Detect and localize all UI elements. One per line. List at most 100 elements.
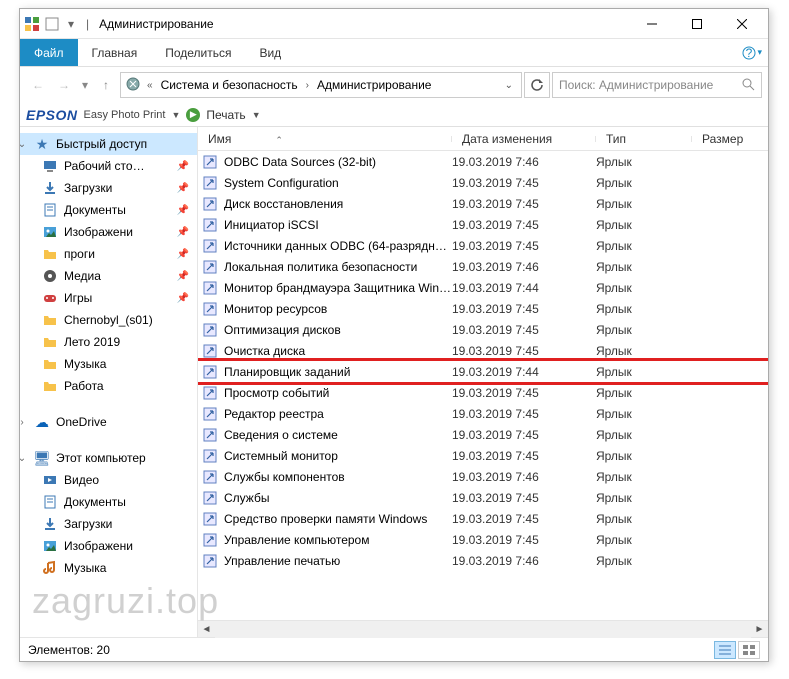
file-item[interactable]: Сведения о системе19.03.2019 7:45Ярлык	[198, 424, 768, 445]
nav-back-button[interactable]: ←	[26, 73, 50, 97]
file-item[interactable]: Локальная политика безопасности19.03.201…	[198, 256, 768, 277]
file-item[interactable]: Источники данных ODBC (64-разрядна…19.03…	[198, 235, 768, 256]
shortcut-icon	[202, 532, 218, 548]
print-button[interactable]: Печать	[206, 108, 245, 122]
file-date: 19.03.2019 7:45	[452, 491, 596, 505]
chevron-down-icon[interactable]: ▼	[252, 110, 261, 120]
tab-share[interactable]: Поделиться	[151, 39, 245, 66]
qat-dropdown-icon[interactable]: ▾	[68, 17, 74, 31]
file-item[interactable]: Монитор брандмауэра Защитника Win…19.03.…	[198, 277, 768, 298]
nav-up-button[interactable]: ↑	[94, 73, 118, 97]
pin-icon: 📌	[177, 183, 189, 194]
file-list[interactable]: ODBC Data Sources (32-bit)19.03.2019 7:4…	[198, 151, 768, 620]
sidebar-item[interactable]: Работа	[20, 375, 197, 397]
file-item[interactable]: Редактор реестра19.03.2019 7:45Ярлык	[198, 403, 768, 424]
tab-file[interactable]: Файл	[20, 39, 78, 66]
sidebar-item[interactable]: Изображени📌	[20, 221, 197, 243]
sidebar-item[interactable]: Музыка	[20, 353, 197, 375]
sidebar-item-label: проги	[64, 247, 95, 261]
chevron-down-icon[interactable]: ⌄	[501, 80, 517, 91]
file-item[interactable]: Средство проверки памяти Windows19.03.20…	[198, 508, 768, 529]
sidebar-item[interactable]: Лето 2019	[20, 331, 197, 353]
file-item[interactable]: Управление компьютером19.03.2019 7:45Ярл…	[198, 529, 768, 550]
view-details-button[interactable]	[714, 641, 736, 659]
scroll-right-button[interactable]: ►	[751, 621, 768, 638]
file-name: Планировщик заданий	[224, 365, 452, 379]
scroll-left-button[interactable]: ◄	[198, 621, 215, 638]
file-item[interactable]: ODBC Data Sources (32-bit)19.03.2019 7:4…	[198, 151, 768, 172]
file-item[interactable]: System Configuration19.03.2019 7:45Ярлык	[198, 172, 768, 193]
file-type: Ярлык	[596, 470, 692, 484]
documents-icon	[42, 494, 58, 510]
sidebar-item[interactable]: Изображени	[20, 535, 197, 557]
close-button[interactable]	[719, 10, 764, 38]
scrollbar-track[interactable]	[215, 621, 751, 638]
sidebar-item[interactable]: Медиа📌	[20, 265, 197, 287]
shortcut-icon	[202, 259, 218, 275]
column-header-name[interactable]: Имя⌃	[198, 132, 452, 146]
games-icon	[42, 290, 58, 306]
sidebar-item[interactable]: проги📌	[20, 243, 197, 265]
minimize-button[interactable]	[629, 10, 674, 38]
column-header-size[interactable]: Размер	[692, 132, 768, 146]
file-item[interactable]: Инициатор iSCSI19.03.2019 7:45Ярлык	[198, 214, 768, 235]
nav-forward-button[interactable]: →	[52, 73, 76, 97]
address-bar[interactable]: « Система и безопасность › Администриров…	[120, 72, 522, 98]
file-item[interactable]: Управление печатью19.03.2019 7:46Ярлык	[198, 550, 768, 571]
file-name: Средство проверки памяти Windows	[224, 512, 452, 526]
file-item[interactable]: Очистка диска19.03.2019 7:45Ярлык	[198, 340, 768, 361]
desktop-icon	[42, 158, 58, 174]
sidebar-item[interactable]: Рабочий сто…📌	[20, 155, 197, 177]
sidebar-item[interactable]: Документы📌	[20, 199, 197, 221]
nav-recent-dropdown[interactable]: ▾	[78, 73, 92, 97]
nav-this-pc[interactable]: ⌄ 🖥 Этот компьютер	[20, 447, 197, 469]
sidebar-item[interactable]: Видео	[20, 469, 197, 491]
print-play-icon[interactable]: ▶	[186, 108, 200, 122]
file-name: Системный монитор	[224, 449, 452, 463]
tab-home[interactable]: Главная	[78, 39, 152, 66]
column-header-date[interactable]: Дата изменения	[452, 132, 596, 146]
expand-icon[interactable]: ⌄	[20, 139, 28, 150]
chevron-right-icon[interactable]: ›	[304, 80, 311, 91]
sidebar-item[interactable]: Документы	[20, 491, 197, 513]
tab-view[interactable]: Вид	[245, 39, 295, 66]
horizontal-scrollbar[interactable]: ◄ ►	[198, 620, 768, 637]
file-item[interactable]: Просмотр событий19.03.2019 7:45Ярлык	[198, 382, 768, 403]
file-item[interactable]: Системный монитор19.03.2019 7:45Ярлык	[198, 445, 768, 466]
maximize-button[interactable]	[674, 10, 719, 38]
file-item[interactable]: Службы19.03.2019 7:45Ярлык	[198, 487, 768, 508]
search-input[interactable]: Поиск: Администрирование	[552, 72, 762, 98]
file-item[interactable]: Планировщик заданий19.03.2019 7:44Ярлык	[198, 361, 768, 382]
file-name: Оптимизация дисков	[224, 323, 452, 337]
file-name: Очистка диска	[224, 344, 452, 358]
file-name: Диск восстановления	[224, 197, 452, 211]
qat-properties-icon[interactable]	[44, 16, 60, 32]
nav-quick-access[interactable]: ⌄ ★ Быстрый доступ	[20, 133, 197, 155]
navigation-pane[interactable]: ⌄ ★ Быстрый доступ Рабочий сто…📌Загрузки…	[20, 127, 198, 637]
file-item[interactable]: Оптимизация дисков19.03.2019 7:45Ярлык	[198, 319, 768, 340]
file-date: 19.03.2019 7:45	[452, 323, 596, 337]
file-name: Источники данных ODBC (64-разрядна…	[224, 239, 452, 253]
chevron-down-icon[interactable]: ▼	[171, 110, 180, 120]
sidebar-item[interactable]: Chernobyl_(s01)	[20, 309, 197, 331]
sidebar-item[interactable]: Загрузки📌	[20, 177, 197, 199]
sidebar-item[interactable]: Игры📌	[20, 287, 197, 309]
file-item[interactable]: Диск восстановления19.03.2019 7:45Ярлык	[198, 193, 768, 214]
nav-onedrive[interactable]: › ☁ OneDrive	[20, 411, 197, 433]
chevron-right-icon[interactable]: «	[145, 80, 155, 91]
breadcrumb[interactable]: Администрирование	[315, 76, 433, 94]
expand-icon[interactable]: ›	[20, 417, 28, 428]
file-item[interactable]: Службы компонентов19.03.2019 7:46Ярлык	[198, 466, 768, 487]
epson-easy-photo-print[interactable]: Easy Photo Print	[84, 109, 166, 121]
file-item[interactable]: Монитор ресурсов19.03.2019 7:45Ярлык	[198, 298, 768, 319]
help-button[interactable]: ? ▾	[742, 39, 762, 66]
column-header-type[interactable]: Тип	[596, 132, 692, 146]
expand-icon[interactable]: ⌄	[20, 453, 28, 464]
sidebar-item-label: Изображени	[64, 539, 133, 553]
file-date: 19.03.2019 7:45	[452, 197, 596, 211]
refresh-button[interactable]	[524, 72, 550, 98]
sidebar-item[interactable]: Музыка	[20, 557, 197, 579]
breadcrumb[interactable]: Система и безопасность	[159, 76, 300, 94]
sidebar-item[interactable]: Загрузки	[20, 513, 197, 535]
view-icons-button[interactable]	[738, 641, 760, 659]
